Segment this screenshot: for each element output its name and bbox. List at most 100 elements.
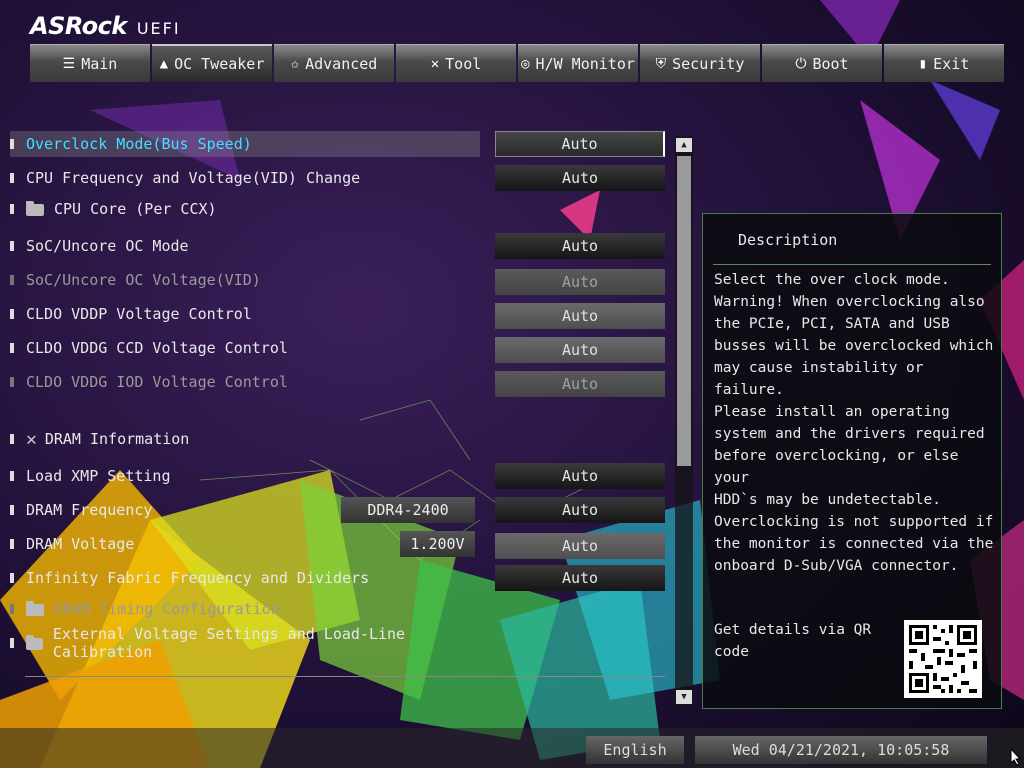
- tab-label: Tool: [445, 54, 482, 73]
- cldo-vddp-value[interactable]: Auto: [495, 303, 665, 329]
- row-marker: [10, 505, 14, 515]
- soc-uncore-oc-voltage-value: Auto: [495, 269, 665, 295]
- tab-label: Main: [81, 54, 118, 73]
- scroll-up-icon[interactable]: ▲: [676, 138, 692, 152]
- datetime-display: Wed 04/21/2021, 10:05:58: [695, 736, 987, 764]
- setting-label: DRAM Frequency: [26, 501, 153, 519]
- tab-hw-monitor[interactable]: ◎ H/W Monitor: [518, 44, 638, 82]
- top-tab-bar: ☰ Main ▲ OC Tweaker ✩ Advanced ✕ Tool ◎ …: [30, 44, 1004, 82]
- submenu-dram-timing[interactable]: DRAM Timing Configuration: [10, 596, 480, 622]
- list-divider: [25, 676, 665, 677]
- folder-icon: [25, 635, 43, 650]
- asrock-logo: ASRock UEFI: [30, 12, 181, 40]
- row-marker: [10, 377, 14, 387]
- setting-label: CPU Frequency and Voltage(VID) Change: [26, 169, 361, 187]
- setting-dram-frequency[interactable]: DRAM Frequency: [10, 497, 330, 523]
- row-marker: [10, 204, 14, 214]
- tab-tool[interactable]: ✕ Tool: [396, 44, 516, 82]
- setting-label: CLDO VDDG IOD Voltage Control: [26, 373, 288, 391]
- row-marker: [10, 539, 14, 549]
- folder-icon: [26, 201, 44, 216]
- globe-icon: ◎: [521, 55, 530, 72]
- setting-label: CLDO VDDP Voltage Control: [26, 305, 252, 323]
- tab-label: Advanced: [305, 54, 378, 73]
- folder-icon: [26, 601, 44, 616]
- dram-voltage-value[interactable]: Auto: [495, 533, 665, 559]
- tab-exit[interactable]: ▮ Exit: [884, 44, 1004, 82]
- tab-label: OC Tweaker: [174, 55, 265, 73]
- row-marker: [10, 139, 14, 149]
- list-icon: ☰: [62, 55, 76, 72]
- dram-frequency-current: DDR4-2400: [341, 497, 475, 523]
- row-marker: [10, 241, 14, 251]
- tab-security[interactable]: ⛨ Security: [640, 44, 760, 82]
- description-panel: Description Select the over clock mode. …: [702, 213, 1002, 709]
- dram-voltage-current: 1.200V: [400, 531, 475, 557]
- setting-cldo-vddp[interactable]: CLDO VDDP Voltage Control: [10, 301, 480, 327]
- scroll-down-icon[interactable]: ▼: [676, 690, 692, 704]
- tab-label: Security: [672, 54, 745, 73]
- setting-cldo-vddg-iod: CLDO VDDG IOD Voltage Control: [10, 369, 480, 395]
- description-text: Select the over clock mode. Warning! Whe…: [714, 272, 994, 574]
- cldo-vddg-ccd-value[interactable]: Auto: [495, 337, 665, 363]
- load-xmp-value[interactable]: Auto: [495, 463, 665, 489]
- soc-uncore-oc-mode-value[interactable]: Auto: [495, 233, 665, 259]
- setting-load-xmp[interactable]: Load XMP Setting: [10, 463, 480, 489]
- scroll-thumb[interactable]: [677, 156, 691, 466]
- setting-label: External Voltage Settings and Load-Line …: [52, 625, 406, 661]
- row-marker: [10, 573, 14, 583]
- setting-cldo-vddg-ccd[interactable]: CLDO VDDG CCD Voltage Control: [10, 335, 480, 361]
- power-icon: ⏻: [795, 55, 807, 72]
- setting-cpu-frequency-voltage[interactable]: CPU Frequency and Voltage(VID) Change: [10, 165, 480, 191]
- qr-caption: Get details via QR code: [714, 622, 872, 660]
- uefi-label: UEFI: [136, 19, 181, 38]
- description-title: Description: [738, 231, 838, 249]
- tab-main[interactable]: ☰ Main: [30, 44, 150, 82]
- tab-advanced[interactable]: ✩ Advanced: [274, 44, 394, 82]
- section-dram-information[interactable]: ✕ DRAM Information: [10, 426, 480, 452]
- setting-dram-voltage[interactable]: DRAM Voltage: [10, 531, 390, 557]
- setting-label: SoC/Uncore OC Mode: [26, 237, 189, 255]
- row-marker: [10, 309, 14, 319]
- setting-label: Load XMP Setting: [26, 467, 171, 485]
- setting-label: DRAM Voltage: [26, 535, 135, 553]
- dram-frequency-value[interactable]: Auto: [495, 497, 665, 523]
- row-marker: [10, 343, 14, 353]
- submenu-cpu-core[interactable]: CPU Core (Per CCX): [10, 196, 480, 222]
- row-marker: [10, 638, 14, 648]
- cpu-frequency-voltage-value[interactable]: Auto: [495, 165, 665, 191]
- rocket-icon: ▲: [159, 56, 169, 72]
- setting-soc-uncore-oc-voltage: SoC/Uncore OC Voltage(VID): [10, 267, 480, 293]
- row-marker: [10, 604, 14, 614]
- setting-infinity-fabric[interactable]: Infinity Fabric Frequency and Dividers: [10, 565, 480, 591]
- setting-soc-uncore-oc-mode[interactable]: SoC/Uncore OC Mode: [10, 233, 480, 259]
- tab-label: Boot: [812, 54, 849, 73]
- tab-oc-tweaker[interactable]: ▲ OC Tweaker: [152, 44, 272, 82]
- setting-label: SoC/Uncore OC Voltage(VID): [26, 271, 261, 289]
- settings-scrollbar[interactable]: ▲ ▼: [675, 136, 693, 706]
- setting-label: Infinity Fabric Frequency and Dividers: [26, 569, 370, 587]
- language-button[interactable]: English: [586, 736, 684, 764]
- setting-label: CPU Core (Per CCX): [54, 200, 217, 218]
- setting-label: DRAM Information: [44, 430, 190, 448]
- row-marker: [10, 471, 14, 481]
- wrench-icon: ✕: [26, 428, 37, 450]
- tab-label: Exit: [933, 54, 970, 73]
- row-marker: [10, 434, 14, 444]
- star-icon: ✩: [290, 55, 300, 72]
- row-marker: [10, 275, 14, 285]
- cldo-vddg-iod-value: Auto: [495, 371, 665, 397]
- row-marker: [10, 173, 14, 183]
- setting-label: Overclock Mode(Bus Speed): [26, 135, 252, 153]
- overclock-mode-value[interactable]: Auto: [495, 131, 665, 157]
- setting-overclock-mode[interactable]: Overclock Mode(Bus Speed): [10, 131, 480, 157]
- mouse-cursor-icon: [1010, 748, 1022, 766]
- submenu-external-voltage[interactable]: External Voltage Settings and Load-Line …: [10, 625, 490, 661]
- description-divider: [713, 264, 991, 265]
- setting-label: DRAM Timing Configuration: [54, 600, 280, 618]
- tab-boot[interactable]: ⏻ Boot: [762, 44, 882, 82]
- infinity-fabric-value[interactable]: Auto: [495, 565, 665, 591]
- brand-logo: ASRock: [30, 12, 127, 40]
- qr-code-icon: [904, 620, 982, 698]
- exit-door-icon: ▮: [918, 55, 928, 72]
